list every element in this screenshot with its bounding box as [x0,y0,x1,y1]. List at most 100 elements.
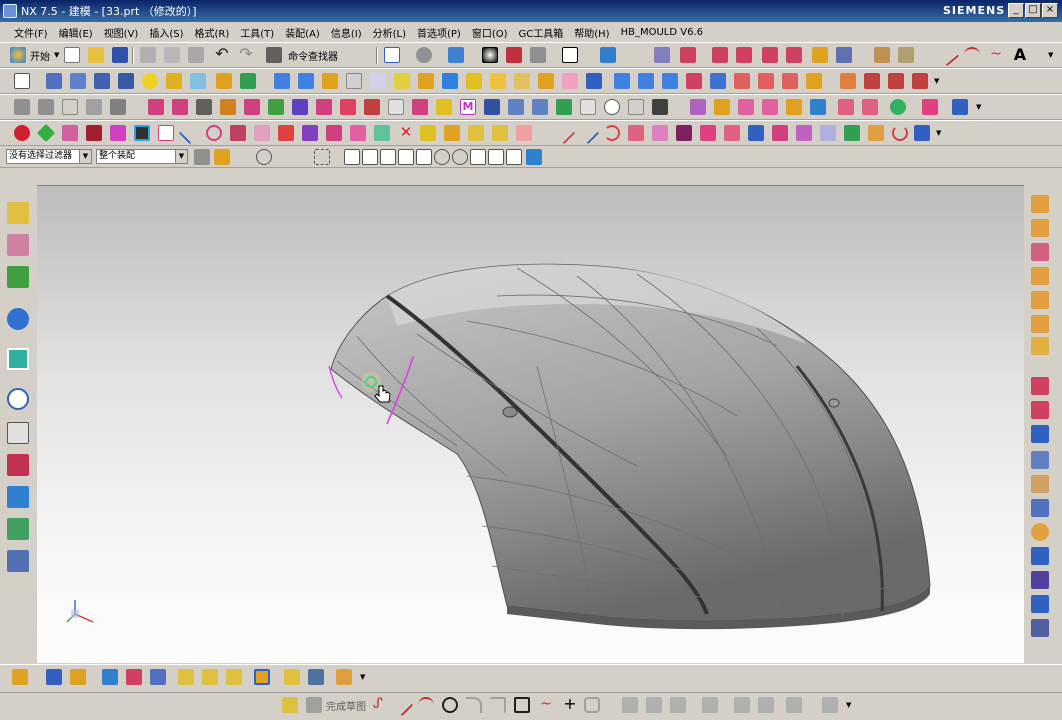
mold-tool-4-icon[interactable] [1031,451,1049,469]
reuse-library-icon[interactable] [7,308,29,330]
bridge-curve-icon[interactable] [912,73,928,89]
pink-tool-9-icon[interactable] [922,99,938,115]
sketch-arc-icon[interactable] [418,697,434,713]
pink-tool-6-icon[interactable] [810,99,826,115]
menu-preferences[interactable]: 首选项(P) [417,25,461,40]
silhouette-flange-icon[interactable] [782,73,798,89]
selection-mode-icon[interactable] [600,47,616,63]
chevron-down-icon[interactable]: ▼ [175,150,187,163]
intersection-curve-icon[interactable] [864,73,880,89]
mold-tool-1-icon[interactable] [1031,377,1049,395]
mounting-hole-right[interactable] [828,398,840,408]
chamfer-icon[interactable] [394,73,410,89]
suppress-icon[interactable] [268,99,284,115]
mold-tool-7-icon[interactable] [1031,523,1049,541]
menu-assembly[interactable]: 装配(A) [285,25,320,40]
purple-tool-icon[interactable] [302,125,318,141]
mold-tool-8-icon[interactable] [1031,547,1049,565]
pink-grid-icon[interactable] [652,125,668,141]
sphere-primitive-icon[interactable] [142,73,158,89]
menu-tools[interactable]: 工具(T) [240,25,274,40]
cylinder-icon[interactable] [70,73,86,89]
snap-body-icon[interactable] [526,149,542,165]
box-tool-icon[interactable] [62,125,78,141]
pink-square-icon[interactable] [516,125,532,141]
snap-on-curve-icon[interactable] [488,149,504,165]
transform-icon[interactable] [350,125,366,141]
chevron-down-icon[interactable]: ▼ [1048,51,1053,59]
blue-line-icon[interactable] [576,121,600,145]
remove-params-icon[interactable] [340,99,356,115]
constraint-navigator-icon[interactable] [7,234,29,256]
boss-icon[interactable] [166,73,182,89]
cone-icon[interactable] [94,73,110,89]
chevron-down-icon[interactable]: ▼ [934,77,939,85]
play-back-icon[interactable] [628,99,644,115]
hourglass-icon[interactable] [652,99,668,115]
extrude-icon[interactable] [836,47,852,63]
bottom-tool-1-icon[interactable] [12,669,28,685]
orient-view-icon[interactable] [448,47,464,63]
block-icon[interactable] [46,73,62,89]
clock-icon[interactable] [604,99,620,115]
menu-hb-mould[interactable]: HB_MOULD V6.6 [621,27,703,38]
redo-icon[interactable]: ↷ [238,46,254,63]
constraints-icon[interactable] [702,697,718,713]
cut-icon[interactable] [140,47,156,63]
snap-center-icon[interactable] [434,149,450,165]
sew-icon[interactable] [240,73,256,89]
unite-icon[interactable] [514,73,530,89]
delete-body-icon[interactable] [364,99,380,115]
menu-gc-toolbox[interactable]: GC工具箱 [519,25,564,40]
bottom-tool-5-icon[interactable] [126,669,142,685]
gray-tool-2-icon[interactable] [38,99,54,115]
green-diamond-icon[interactable] [36,123,56,143]
check-tool-icon[interactable] [374,125,390,141]
house-tool-icon[interactable] [468,125,484,141]
pink-tool-4-icon[interactable] [762,99,778,115]
mold-tool-10-icon[interactable] [1031,595,1049,613]
diagonal-line-icon[interactable] [178,121,202,145]
menu-window[interactable]: 窗口(O) [472,25,508,40]
point-set-icon[interactable] [762,47,778,63]
bridge-surface-icon[interactable] [734,73,750,89]
open-folder-icon[interactable] [88,47,104,63]
view-tool-1-icon[interactable] [1031,195,1049,213]
orange-tool-icon[interactable] [868,125,884,141]
datum-csys-icon[interactable] [786,47,802,63]
move-feature-icon[interactable] [196,99,212,115]
gray-tool-3-icon[interactable] [86,99,102,115]
quick-trim-icon[interactable] [622,697,638,713]
view-tool-7-icon[interactable] [1031,337,1049,355]
bottom-tool-3-icon[interactable] [70,669,86,685]
close-button[interactable]: × [1042,3,1058,18]
draft-icon[interactable] [442,73,458,89]
pattern-icon[interactable] [490,73,506,89]
replace-feature-icon[interactable] [244,99,260,115]
history-icon[interactable] [7,388,29,410]
finish-sketch-icon[interactable] [306,697,322,713]
view-selection-icon[interactable] [256,149,272,165]
point-icon[interactable] [712,47,728,63]
alternate-solution-icon[interactable] [822,697,838,713]
dark-grid-icon[interactable] [676,125,692,141]
pink-tool-2-icon[interactable] [714,99,730,115]
pink-tool-10-icon[interactable] [628,125,644,141]
menu-help[interactable]: 帮助(H) [574,25,609,40]
studio-spline-icon[interactable]: ~ [538,697,554,713]
stripes-icon[interactable] [278,125,294,141]
save-icon[interactable] [112,47,128,63]
datum-axis-icon[interactable] [680,47,696,63]
red-tool-icon[interactable] [86,125,102,141]
nx-app-icon[interactable] [3,4,17,18]
trim-body-icon[interactable] [322,73,338,89]
bottom-tool-6-icon[interactable] [150,669,166,685]
graph-icon[interactable] [556,99,572,115]
system-scenes-icon[interactable] [7,550,29,572]
edge-blend-icon[interactable] [370,73,386,89]
menu-file[interactable]: 文件(F) [14,25,48,40]
bottom-tool-11-icon[interactable] [284,669,300,685]
bottom-tool-2-icon[interactable] [46,669,62,685]
fillet-icon[interactable] [466,697,482,713]
shaded-edges-icon[interactable] [482,47,498,63]
